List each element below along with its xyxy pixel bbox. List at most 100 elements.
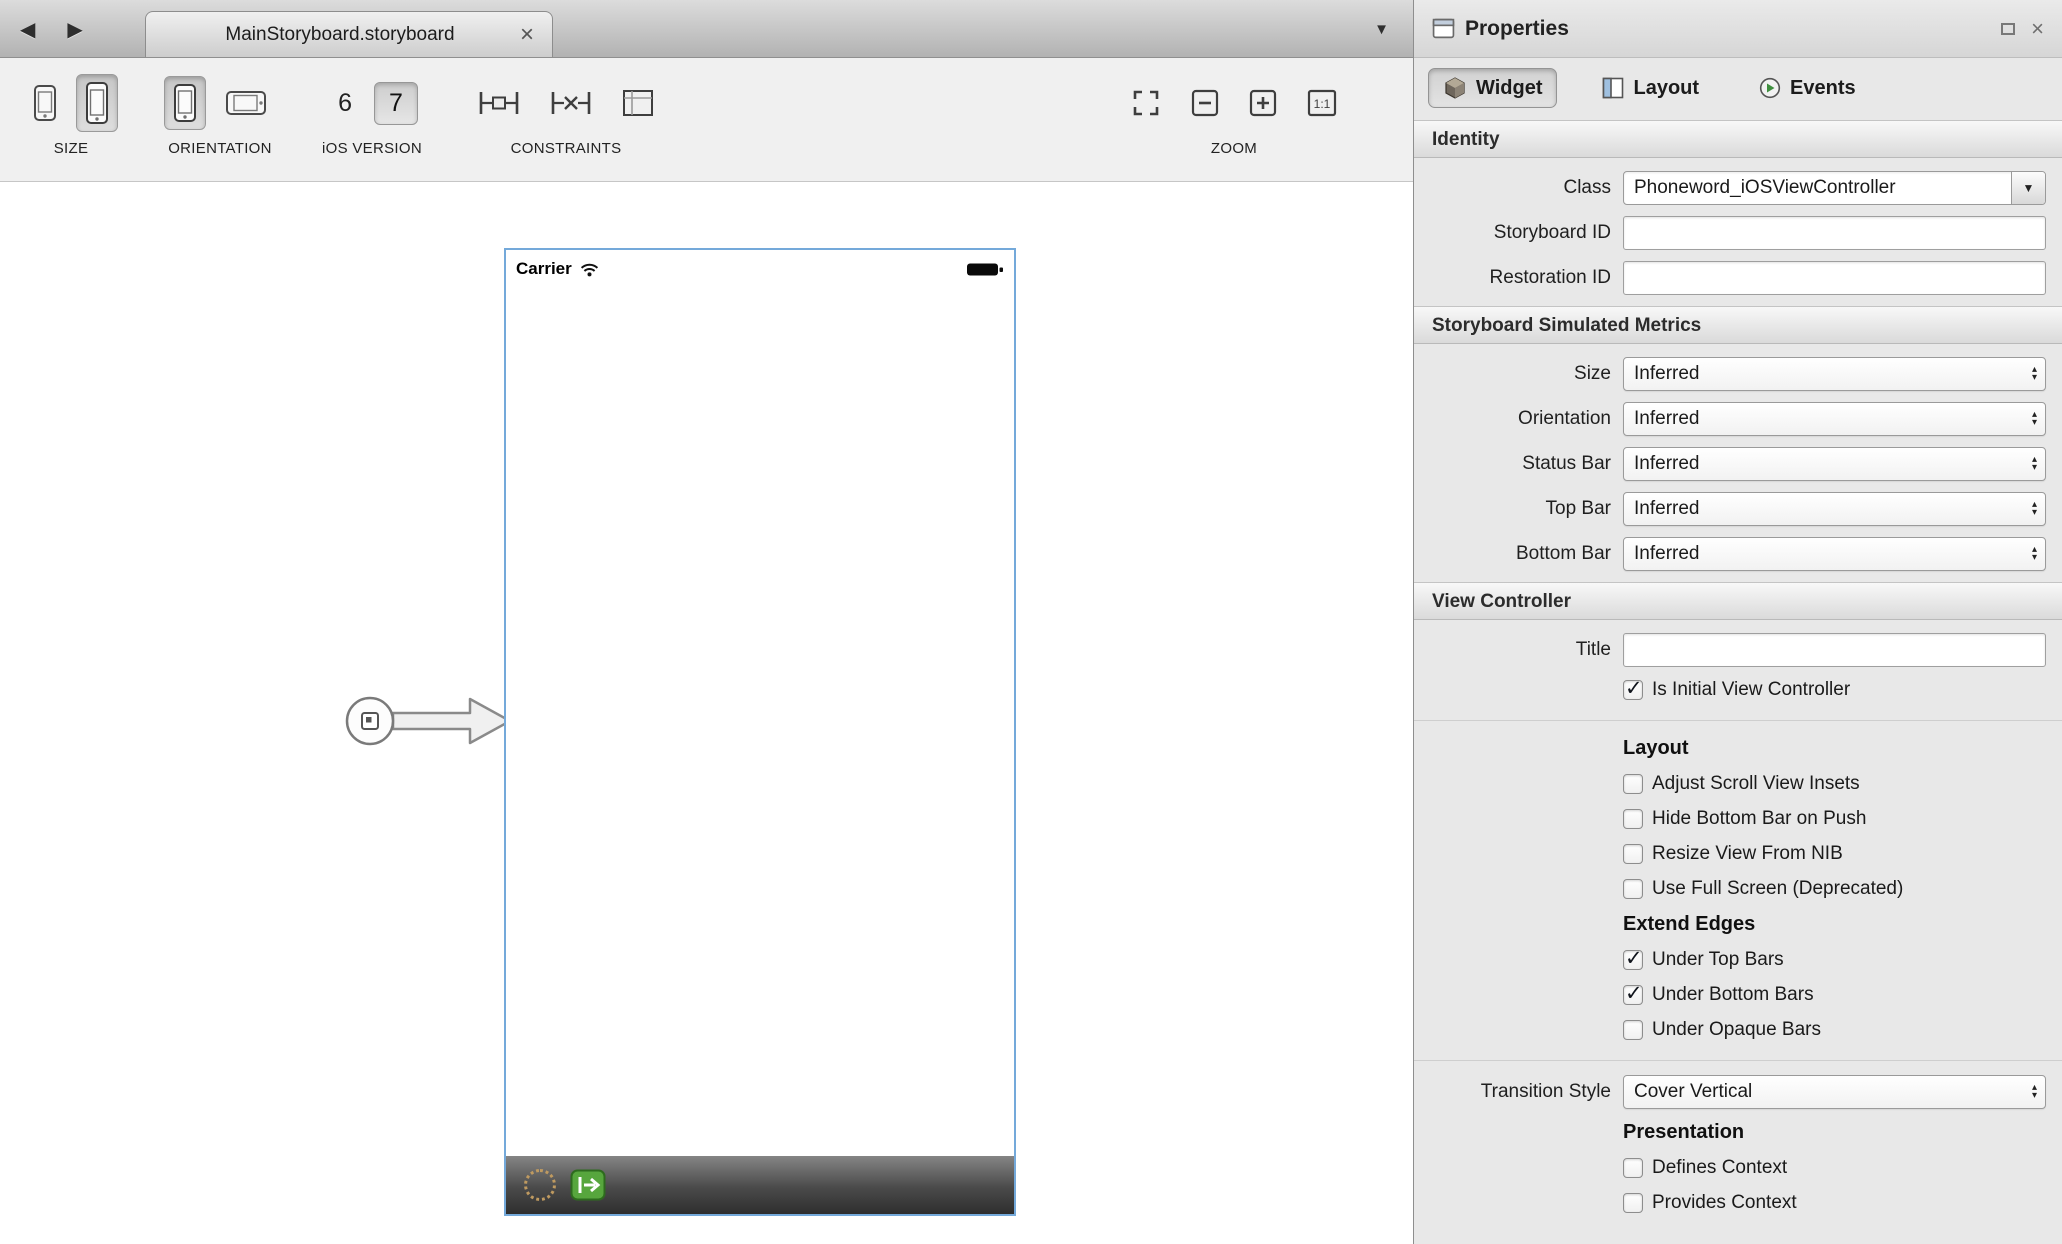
view-controller-view[interactable]: Carrier <box>504 248 1016 1216</box>
initial-view-controller-arrow[interactable] <box>338 679 528 763</box>
under-top-bars-label: Under Top Bars <box>1652 949 1784 971</box>
use-full-screen-label: Use Full Screen (Deprecated) <box>1652 878 1903 900</box>
view-controller-content[interactable] <box>506 288 1014 1156</box>
metric-status-bar-label: Status Bar <box>1414 453 1611 475</box>
restoration-id-label: Restoration ID <box>1414 267 1611 289</box>
under-bottom-bars-label: Under Bottom Bars <box>1652 984 1814 1006</box>
cube-icon <box>1443 76 1467 100</box>
tab-layout[interactable]: Layout <box>1587 69 1714 108</box>
checkbox-row-provides-context[interactable]: ✓ Provides Context <box>1623 1185 2062 1220</box>
defines-context-checkbox[interactable]: ✓ <box>1623 1158 1643 1178</box>
stepper-icon: ▴▾ <box>2032 366 2037 382</box>
transition-style-value: Cover Vertical <box>1634 1081 1752 1103</box>
class-combobox[interactable]: Phoneword_iOSViewController ▼ <box>1623 171 2046 205</box>
scene-dock <box>506 1156 1014 1214</box>
carrier-label: Carrier <box>516 259 572 279</box>
tab-events[interactable]: Events <box>1744 69 1871 108</box>
metric-size-value: Inferred <box>1634 363 1699 385</box>
checkbox-row-under-opaque-bars[interactable]: ✓ Under Opaque Bars <box>1623 1012 2062 1047</box>
zoom-group-label: ZOOM <box>1211 140 1257 157</box>
stepper-icon: ▴▾ <box>2032 1084 2037 1100</box>
tab-close-icon[interactable]: × <box>518 23 536 47</box>
checkbox-row-defines-context[interactable]: ✓ Defines Context <box>1623 1150 2062 1185</box>
storyboard-id-input[interactable] <box>1623 216 2046 250</box>
design-canvas[interactable]: Carrier <box>0 182 1413 1244</box>
adjust-scroll-view-insets-label: Adjust Scroll View Insets <box>1652 773 1860 795</box>
stepper-icon: ▴▾ <box>2032 501 2037 517</box>
tab-layout-label: Layout <box>1633 77 1699 100</box>
tab-widget-label: Widget <box>1476 77 1542 100</box>
layout-heading: Layout <box>1623 730 2062 766</box>
ios7-button[interactable]: 7 <box>374 82 418 125</box>
metric-size-dropdown[interactable]: Inferred ▴▾ <box>1623 357 2046 391</box>
wifi-icon <box>580 262 599 277</box>
constraints-group: CONSTRAINTS <box>468 66 664 157</box>
zoom-actual-size-icon[interactable]: 1:1 <box>1297 81 1347 125</box>
class-label: Class <box>1414 177 1611 199</box>
provides-context-checkbox[interactable]: ✓ <box>1623 1193 1643 1213</box>
metric-orientation-dropdown[interactable]: Inferred▴▾ <box>1623 402 2046 436</box>
is-initial-view-controller-label: Is Initial View Controller <box>1652 679 1850 701</box>
size-phone-3.5-icon[interactable] <box>24 77 66 129</box>
svg-text:1:1: 1:1 <box>1314 97 1331 111</box>
tab-mainstoryboard[interactable]: MainStoryboard.storyboard × <box>145 11 553 57</box>
dock-panel-icon[interactable] <box>2001 23 2015 35</box>
forward-icon[interactable]: ▶ <box>67 17 82 42</box>
constraint-frame-icon[interactable] <box>612 81 664 125</box>
under-top-bars-checkbox[interactable]: ✓ <box>1623 950 1643 970</box>
resize-view-from-nib-label: Resize View From NIB <box>1652 843 1843 865</box>
checkbox-row-under-bottom-bars[interactable]: ✓ Under Bottom Bars <box>1623 977 2062 1012</box>
zoom-fit-icon[interactable] <box>1121 80 1171 126</box>
back-icon[interactable]: ◀ <box>20 17 35 42</box>
metric-row-status-bar: Status Bar Inferred▴▾ <box>1414 441 2062 486</box>
close-panel-icon[interactable]: × <box>2031 18 2044 40</box>
checkbox-row-use-full-screen[interactable]: ✓ Use Full Screen (Deprecated) <box>1623 871 2062 906</box>
battery-icon <box>966 261 1004 278</box>
tab-widget[interactable]: Widget <box>1428 68 1557 108</box>
hide-bottom-bar-on-push-checkbox[interactable]: ✓ <box>1623 809 1643 829</box>
orientation-group: ORIENTATION <box>164 66 276 157</box>
events-icon <box>1759 77 1781 99</box>
metric-status-bar-dropdown[interactable]: Inferred▴▾ <box>1623 447 2046 481</box>
exit-segue-icon[interactable] <box>570 1169 606 1201</box>
section-identity: Identity <box>1414 120 2062 158</box>
class-dropdown-icon[interactable]: ▼ <box>2011 172 2045 204</box>
restoration-id-row: Restoration ID <box>1414 255 2062 300</box>
zoom-in-icon[interactable] <box>1239 81 1287 125</box>
metrics-form: Size Inferred▴▾ Orientation Inferred▴▾ S… <box>1414 344 2062 582</box>
resize-view-from-nib-checkbox[interactable]: ✓ <box>1623 844 1643 864</box>
under-bottom-bars-checkbox[interactable]: ✓ <box>1623 985 1643 1005</box>
metric-top-bar-dropdown[interactable]: Inferred▴▾ <box>1623 492 2046 526</box>
storyboard-id-label: Storyboard ID <box>1414 222 1611 244</box>
ios-version-group: 6 7 iOS VERSION <box>322 66 422 157</box>
checkbox-row-hide-bottom-bar-on-push[interactable]: ✓ Hide Bottom Bar on Push <box>1623 801 2062 836</box>
constraint-remove-icon[interactable] <box>540 82 602 124</box>
under-opaque-bars-label: Under Opaque Bars <box>1652 1019 1821 1041</box>
defines-context-label: Defines Context <box>1652 1157 1787 1179</box>
ios-version-group-label: iOS VERSION <box>322 140 422 157</box>
checkbox-row-resize-view-from-nib[interactable]: ✓ Resize View From NIB <box>1623 836 2062 871</box>
transition-style-dropdown[interactable]: Cover Vertical ▴▾ <box>1623 1075 2046 1109</box>
checkbox-row-adjust-scroll-view-insets[interactable]: ✓ Adjust Scroll View Insets <box>1623 766 2062 801</box>
restoration-id-input[interactable] <box>1623 261 2046 295</box>
presentation-heading: Presentation <box>1623 1114 2062 1150</box>
first-responder-icon[interactable] <box>524 1169 556 1201</box>
transition-style-row: Transition Style Cover Vertical▴▾ <box>1414 1070 2062 1114</box>
checkbox-row-is-initial-view-controller[interactable]: ✓ Is Initial View Controller <box>1623 672 2062 707</box>
metric-bottom-bar-dropdown[interactable]: Inferred▴▾ <box>1623 537 2046 571</box>
adjust-scroll-view-insets-checkbox[interactable]: ✓ <box>1623 774 1643 794</box>
zoom-out-icon[interactable] <box>1181 81 1229 125</box>
ios6-button[interactable]: 6 <box>326 81 364 126</box>
under-opaque-bars-checkbox[interactable]: ✓ <box>1623 1020 1643 1040</box>
is-initial-view-controller-checkbox[interactable]: ✓ <box>1623 680 1643 700</box>
title-input[interactable] <box>1623 633 2046 667</box>
orientation-landscape-icon[interactable] <box>216 83 276 123</box>
use-full-screen-checkbox[interactable]: ✓ <box>1623 879 1643 899</box>
identity-form: Class Phoneword_iOSViewController ▼ Stor… <box>1414 158 2062 306</box>
panel-window-controls: × <box>2001 18 2044 40</box>
tab-list-dropdown-icon[interactable]: ▼ <box>1374 0 1389 58</box>
checkbox-row-under-top-bars[interactable]: ✓ Under Top Bars <box>1623 942 2062 977</box>
size-phone-4-icon[interactable] <box>76 74 118 132</box>
orientation-portrait-icon[interactable] <box>164 76 206 130</box>
constraint-width-icon[interactable] <box>468 82 530 124</box>
